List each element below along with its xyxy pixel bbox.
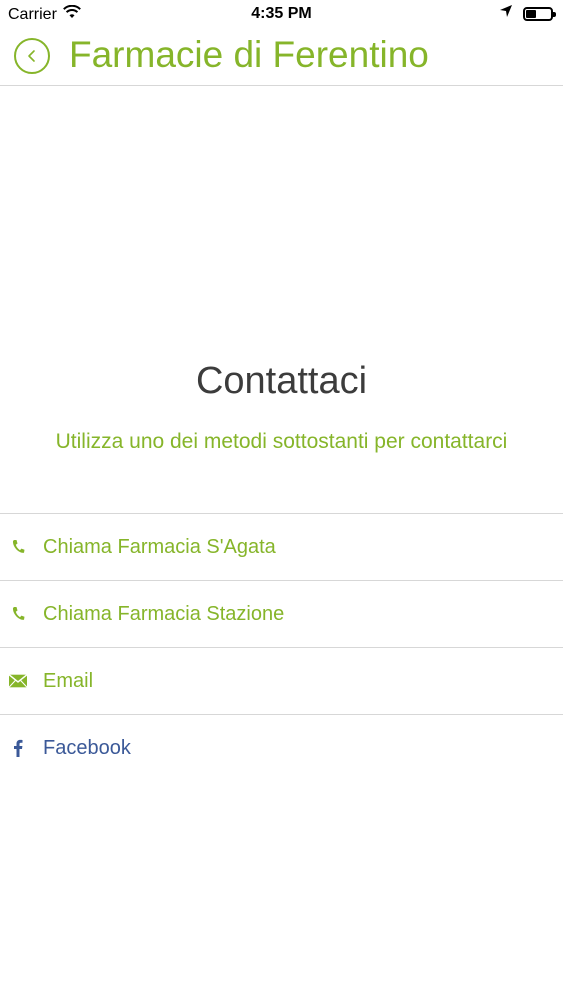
status-right xyxy=(499,4,556,23)
email-row[interactable]: Email xyxy=(0,647,563,714)
contact-label: Facebook xyxy=(43,736,131,759)
page-title: Farmacie di Ferentino xyxy=(69,34,429,75)
back-button[interactable] xyxy=(14,38,50,74)
contact-heading: Contattaci xyxy=(195,360,368,402)
phone-icon xyxy=(9,538,27,556)
contact-list: Chiama Farmacia S'Agata Chiama Farmacia … xyxy=(0,513,563,781)
navigation-bar: Farmacie di Ferentino xyxy=(0,30,563,86)
call-stazione-row[interactable]: Chiama Farmacia Stazione xyxy=(0,580,563,647)
facebook-row[interactable]: Facebook xyxy=(0,714,563,781)
mail-icon xyxy=(9,672,27,690)
location-arrow-icon xyxy=(499,4,513,23)
contact-subheading: Utilizza uno dei metodi sottostanti per … xyxy=(55,430,508,453)
contact-label: Chiama Farmacia S'Agata xyxy=(43,535,276,558)
contact-label: Email xyxy=(43,669,94,692)
phone-icon xyxy=(9,605,27,623)
call-sagata-row[interactable]: Chiama Farmacia S'Agata xyxy=(0,513,563,580)
battery-level xyxy=(526,9,536,18)
contact-label: Chiama Farmacia Stazione xyxy=(43,602,285,625)
battery-icon xyxy=(523,6,556,21)
facebook-icon xyxy=(9,739,27,757)
status-bar: Carrier 4:35 PM xyxy=(0,0,563,30)
status-time: 4:35 PM xyxy=(251,5,312,22)
chevron-left-icon xyxy=(28,50,35,62)
